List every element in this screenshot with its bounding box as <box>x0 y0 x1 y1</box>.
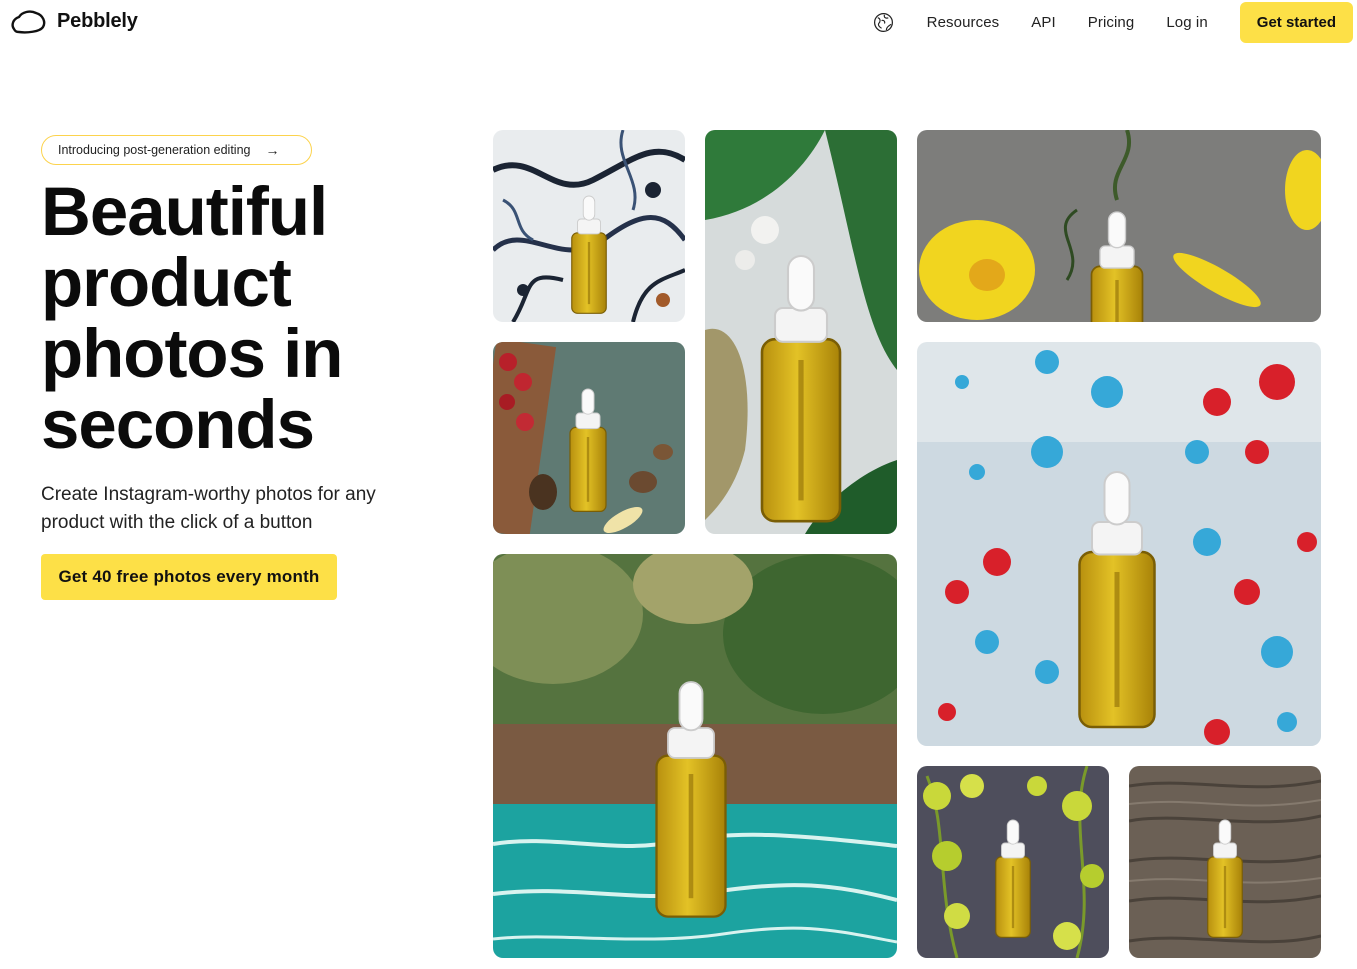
nav-pricing[interactable]: Pricing <box>1088 14 1135 31</box>
globe-icon[interactable] <box>873 12 895 34</box>
nav-api[interactable]: API <box>1031 14 1055 31</box>
logo-link[interactable]: Pebblely <box>10 8 138 35</box>
gallery-photo-paint-splatter <box>917 342 1321 746</box>
hero-headline: Beautiful product photos in seconds <box>41 173 343 463</box>
gallery-photo-vine-leaves <box>917 766 1109 958</box>
announcement-pill[interactable]: Introducing post-generation editing → <box>41 135 312 165</box>
announcement-text: Introducing post-generation editing <box>58 143 251 157</box>
gallery-photo-jungle-pool <box>493 554 897 958</box>
gallery-photo-wood-bark <box>1129 766 1321 958</box>
get-started-button[interactable]: Get started <box>1239 2 1353 43</box>
nav-resources[interactable]: Resources <box>927 14 1000 31</box>
cloud-pebble-icon <box>10 8 47 35</box>
free-photos-button[interactable]: Get 40 free photos every month <box>41 554 337 600</box>
hero-subtitle: Create Instagram-worthy photos for any p… <box>41 484 376 533</box>
top-nav: Resources API Pricing Log in Get started <box>873 0 1353 45</box>
gallery-photo-fruits-nuts <box>493 342 685 534</box>
arrow-right-icon: → <box>265 142 280 158</box>
gallery-photo-marble <box>493 130 685 322</box>
gallery-photo-monstera <box>705 130 897 534</box>
nav-login[interactable]: Log in <box>1166 14 1207 31</box>
brand-name: Pebblely <box>57 10 138 32</box>
gallery-photo-yellow-flowers <box>917 130 1321 322</box>
